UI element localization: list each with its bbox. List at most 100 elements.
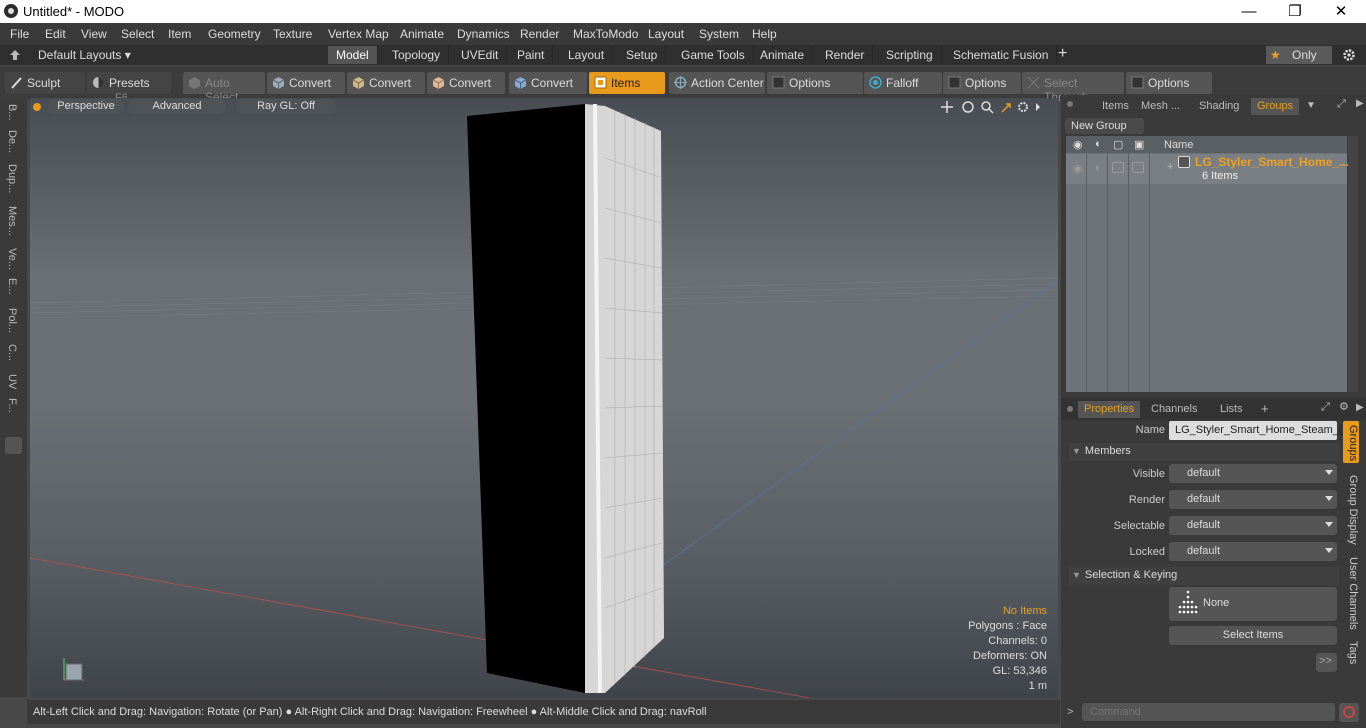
side-tab-group-display[interactable]: Group Display — [1343, 475, 1359, 545]
menu-system[interactable]: System — [699, 27, 739, 41]
properties-menu-arrow-icon[interactable]: ▶ — [1356, 402, 1364, 413]
tab-animate[interactable]: Animate — [752, 46, 814, 64]
expand-group-icon[interactable]: + — [1167, 161, 1173, 173]
expand-properties-icon[interactable]: ⤢ — [1321, 401, 1330, 414]
tab-items[interactable]: Items — [1096, 98, 1135, 115]
side-tab-user-channels[interactable]: User Channels — [1343, 557, 1359, 630]
record-macro-button[interactable] — [1339, 703, 1359, 722]
tab-render[interactable]: Render — [817, 46, 874, 64]
3d-viewport[interactable]: Perspective Advanced Ray GL: Off No Item… — [30, 98, 1058, 698]
add-properties-tab-button[interactable]: + — [1261, 401, 1269, 416]
render-column-icon[interactable]: ◐ — [1095, 138, 1102, 150]
move-view-icon[interactable] — [941, 101, 953, 113]
strip-tab-curve[interactable]: C... — [6, 344, 18, 361]
name-input[interactable]: LG_Styler_Smart_Home_Steam_( — [1169, 421, 1343, 440]
falloff-button[interactable]: Falloff — [864, 72, 942, 94]
tab-mesh[interactable]: Mesh ... — [1135, 98, 1186, 115]
tab-setup[interactable]: Setup — [618, 46, 667, 64]
panel-menu-arrow-icon[interactable]: ▶ — [1356, 98, 1364, 109]
sculpt-button[interactable]: Sculpt — [5, 72, 85, 94]
action-center-button[interactable]: Action Center — [669, 72, 765, 94]
group-row[interactable]: ◉ ◐ + LG_Styler_Smart_Home_... 6 Items — [1066, 154, 1349, 184]
tab-shading[interactable]: Shading — [1193, 98, 1245, 115]
perspective-dropdown[interactable]: Perspective — [48, 99, 124, 114]
layout-arrows-icon[interactable] — [9, 49, 21, 61]
row-render-icon[interactable]: ◐ — [1095, 162, 1102, 174]
add-layout-tab-button[interactable]: + — [1058, 45, 1067, 63]
fit-view-icon[interactable] — [1001, 103, 1011, 113]
menu-animate[interactable]: Animate — [400, 27, 444, 41]
strip-tab-duplicate[interactable]: Dup... — [6, 164, 18, 193]
locked-dropdown[interactable]: default — [1169, 542, 1337, 561]
menu-maxtomodo[interactable]: MaxToModo — [573, 27, 638, 41]
new-group-button[interactable]: New Group — [1065, 118, 1144, 134]
gear-icon[interactable] — [1342, 48, 1356, 62]
menu-help[interactable]: Help — [752, 27, 777, 41]
selectable-dropdown[interactable]: default — [1169, 516, 1337, 535]
menu-geometry[interactable]: Geometry — [208, 27, 261, 41]
tab-overflow-arrow-icon[interactable]: ▼ — [1306, 100, 1316, 111]
options-button-3[interactable]: Options — [1126, 72, 1212, 94]
row-select-checkbox[interactable] — [1132, 162, 1144, 173]
menu-render[interactable]: Render — [520, 27, 559, 41]
strip-tab-mesh-edit[interactable]: Mes... — [6, 206, 18, 236]
minimize-button[interactable]: — — [1226, 1, 1272, 22]
side-tab-tags[interactable]: Tags — [1343, 641, 1359, 664]
viewport-menu-arrow-icon[interactable] — [1036, 103, 1040, 111]
tab-topology[interactable]: Topology — [384, 46, 450, 64]
menu-edit[interactable]: Edit — [45, 27, 66, 41]
row-visibility-eye-icon[interactable]: ◉ — [1073, 162, 1083, 175]
select-through-button[interactable]: Select Through — [1022, 72, 1124, 104]
more-button[interactable]: >> — [1316, 653, 1337, 672]
visible-dropdown[interactable]: default — [1169, 464, 1337, 483]
expand-panel-icon[interactable]: ⤢ — [1337, 98, 1346, 111]
side-tab-groups[interactable]: Groups — [1343, 425, 1359, 461]
tab-uvedit[interactable]: UVEdit — [453, 46, 508, 64]
menu-layout[interactable]: Layout — [648, 27, 684, 41]
menu-view[interactable]: View — [81, 27, 107, 41]
select-items-button[interactable]: Select Items — [1169, 626, 1337, 645]
menu-dynamics[interactable]: Dynamics — [457, 27, 510, 41]
tab-scripting[interactable]: Scripting — [878, 46, 942, 64]
auto-select-button[interactable]: Auto Select — [183, 72, 265, 104]
tab-channels[interactable]: Channels — [1145, 401, 1203, 418]
raygl-dropdown[interactable]: Ray GL: Off — [236, 99, 336, 114]
strip-tab-uv[interactable]: UV — [6, 374, 18, 389]
groups-list-scrollbar[interactable] — [1348, 136, 1358, 392]
tab-lists[interactable]: Lists — [1214, 401, 1249, 418]
tab-game-tools[interactable]: Game Tools — [673, 46, 754, 64]
none-button[interactable]: None — [1169, 587, 1337, 621]
menu-vertex-map[interactable]: Vertex Map — [328, 27, 389, 41]
close-button[interactable]: ✕ — [1318, 1, 1364, 22]
strip-tab-basic[interactable]: B... — [6, 104, 18, 121]
strip-tab-fusion[interactable]: F... — [6, 398, 18, 413]
menu-file[interactable]: File — [10, 27, 29, 41]
tab-model[interactable]: Model — [328, 46, 378, 64]
options-button-1[interactable]: Options — [767, 72, 863, 94]
tab-paint[interactable]: Paint — [509, 46, 554, 64]
restore-button[interactable]: ❐ — [1272, 1, 1318, 22]
command-input[interactable] — [1082, 703, 1335, 721]
strip-tab-edge[interactable]: E... — [6, 278, 18, 295]
convert-button-4[interactable]: Convert — [509, 72, 587, 94]
strip-tab-vertex[interactable]: Ve... — [6, 248, 18, 270]
strip-tab-polygon[interactable]: Pol... — [6, 308, 18, 333]
menu-select[interactable]: Select — [121, 27, 154, 41]
members-section-header[interactable]: ▼ Members — [1069, 443, 1339, 461]
select-column-icon[interactable]: ▣ — [1134, 138, 1144, 151]
selection-keying-section-header[interactable]: ▼ Selection & Keying — [1069, 567, 1339, 585]
presets-button[interactable]: Presets F6 — [87, 72, 171, 104]
strip-tab-deform[interactable]: De... — [6, 130, 18, 153]
options-button-2[interactable]: Options — [943, 72, 1021, 94]
properties-gear-icon[interactable]: ⚙ — [1339, 400, 1349, 413]
only-toggle[interactable]: ★ Only — [1266, 46, 1332, 64]
advanced-dropdown[interactable]: Advanced — [128, 99, 226, 114]
tab-layout[interactable]: Layout — [560, 46, 614, 64]
lock-column-icon[interactable]: ▢ — [1113, 138, 1123, 151]
items-mode-button[interactable]: Items — [589, 72, 665, 94]
tab-properties[interactable]: Properties — [1078, 401, 1141, 418]
visibility-column-eye-icon[interactable]: ◉ — [1073, 138, 1083, 151]
tab-schematic-fusion[interactable]: Schematic Fusion — [945, 46, 1058, 64]
render-dropdown[interactable]: default — [1169, 490, 1337, 509]
zoom-view-icon[interactable] — [981, 101, 994, 114]
